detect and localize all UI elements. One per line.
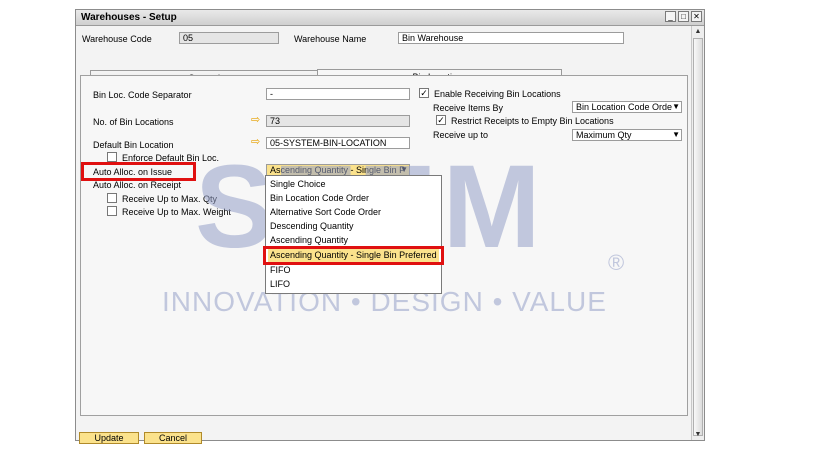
warehouse-code-field[interactable]: 05 [179, 32, 279, 44]
enable-receiving-label: Enable Receiving Bin Locations [434, 89, 561, 99]
receive-up-to-label: Receive up to [433, 130, 489, 140]
auto-alloc-issue-value: Ascending Quantity - Single Bin P [270, 165, 406, 175]
dropdown-option[interactable]: FIFO [268, 264, 439, 277]
maximize-icon[interactable]: □ [678, 11, 689, 22]
receive-items-by-value: Bin Location Code Orde [576, 102, 673, 112]
dropdown-option[interactable]: Bin Location Code Order [268, 192, 439, 205]
receive-max-weight-label: Receive Up to Max. Weight [122, 207, 231, 217]
warehouse-name-label: Warehouse Name [294, 34, 367, 44]
restrict-receipts-checkbox[interactable]: ✓ [436, 115, 446, 125]
dropdown-option[interactable]: Single Choice [268, 178, 439, 191]
receive-max-qty-checkbox[interactable] [107, 193, 117, 203]
num-bins-field: 73 [266, 115, 410, 127]
dropdown-option[interactable]: Descending Quantity [268, 220, 439, 233]
receive-max-weight-checkbox[interactable] [107, 206, 117, 216]
receive-items-by-label: Receive Items By [433, 103, 504, 113]
warehouse-code-label: Warehouse Code [82, 34, 152, 44]
separator-field[interactable]: - [266, 88, 410, 100]
num-bins-label: No. of Bin Locations [93, 117, 174, 127]
warehouse-name-field[interactable]: Bin Warehouse [398, 32, 624, 44]
receive-items-by-select[interactable]: Bin Location Code Orde ▼ [572, 101, 682, 113]
scroll-down-icon[interactable]: ▼ [692, 429, 704, 440]
dropdown-option[interactable]: LIFO [268, 278, 439, 291]
chevron-down-icon[interactable]: ▼ [672, 130, 680, 140]
scroll-up-icon[interactable]: ▲ [692, 26, 704, 37]
default-bin-label: Default Bin Location [93, 140, 174, 150]
cancel-button[interactable]: Cancel [144, 432, 202, 444]
receive-max-qty-label: Receive Up to Max. Qty [122, 194, 218, 204]
chevron-down-icon[interactable]: ▼ [672, 102, 680, 112]
restrict-receipts-label: Restrict Receipts to Empty Bin Locations [451, 116, 614, 126]
enforce-default-checkbox[interactable] [107, 152, 117, 162]
title-bar[interactable]: Warehouses - Setup _ □ ✕ [76, 10, 704, 26]
separator-label: Bin Loc. Code Separator [93, 90, 192, 100]
auto-alloc-receipt-label: Auto Alloc. on Receipt [93, 180, 182, 190]
auto-alloc-issue-dropdown: Single Choice Bin Location Code Order Al… [265, 175, 442, 294]
receive-up-to-select[interactable]: Maximum Qty ▼ [572, 129, 682, 141]
window-title: Warehouses - Setup [81, 12, 177, 23]
receive-up-to-value: Maximum Qty [576, 130, 632, 140]
vertical-scrollbar[interactable]: ▲ ▼ [691, 26, 704, 440]
enable-receiving-checkbox[interactable]: ✓ [419, 88, 429, 98]
link-arrow-icon[interactable]: ⇨ [251, 137, 260, 148]
callout-selected-option [263, 246, 444, 265]
close-icon[interactable]: ✕ [691, 11, 702, 22]
update-button[interactable]: Update [79, 432, 139, 444]
link-arrow-icon[interactable]: ⇨ [251, 115, 260, 126]
minimize-icon[interactable]: _ [665, 11, 676, 22]
default-bin-field[interactable]: 05-SYSTEM-BIN-LOCATION [266, 137, 410, 149]
chevron-down-icon[interactable]: ▼ [400, 165, 408, 175]
dropdown-option[interactable]: Alternative Sort Code Order [268, 206, 439, 219]
scroll-thumb[interactable] [693, 38, 703, 436]
callout-auto-alloc-issue [81, 162, 196, 181]
